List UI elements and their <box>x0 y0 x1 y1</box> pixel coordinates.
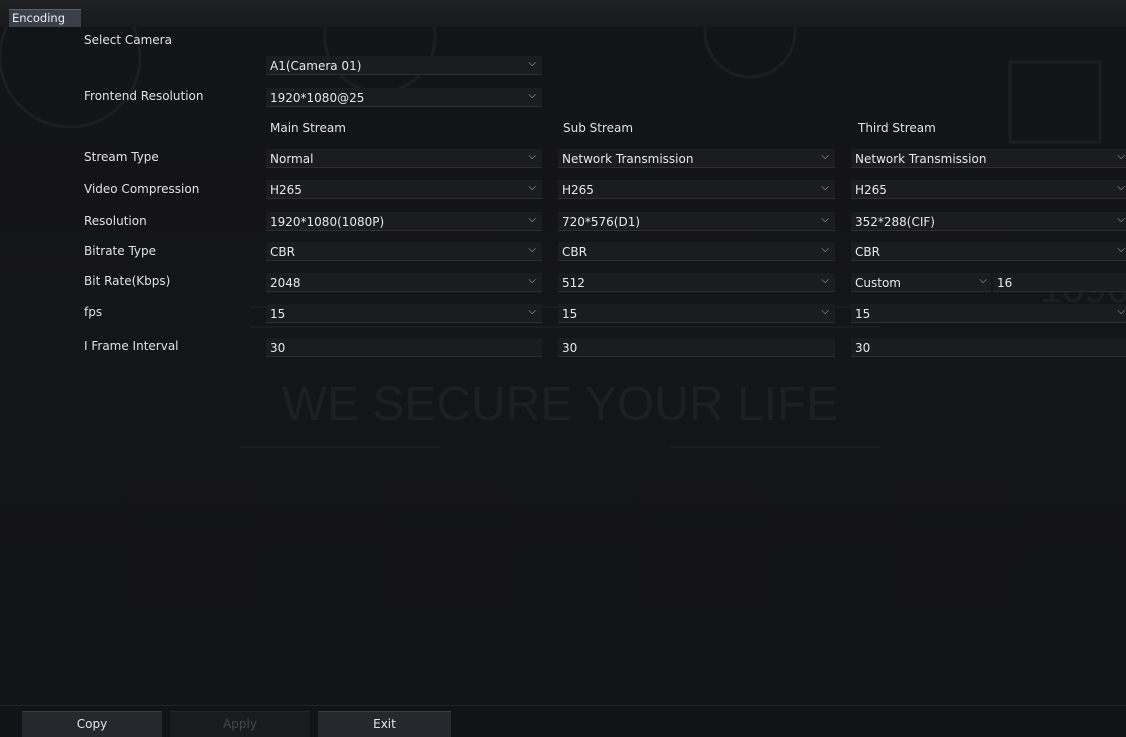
title-bar: Encoding <box>0 0 1126 28</box>
chevron-down-icon: ⌵ <box>528 214 536 225</box>
sub-fps-dropdown[interactable]: 15 ⌵ <box>558 304 835 323</box>
select-camera-value: A1(Camera 01) <box>270 59 362 73</box>
bitrate-type-label: Bitrate Type <box>84 244 157 258</box>
main-i-frame-interval-value: 30 <box>270 341 286 355</box>
encoding-panel: WE SECURE YOUR LIFE 1096 Select Camera A… <box>0 27 1126 705</box>
chevron-down-icon: ⌵ <box>1117 214 1125 225</box>
main-bit-rate-dropdown[interactable]: 2048 ⌵ <box>266 273 542 292</box>
main-fps-value: 15 <box>270 307 286 321</box>
chevron-down-icon: ⌵ <box>528 306 536 317</box>
third-bitrate-type-dropdown[interactable]: CBR ⌵ <box>851 242 1126 261</box>
third-bit-rate-custom-value: 16 <box>997 276 1013 290</box>
third-bit-rate-value: Custom <box>855 276 901 290</box>
sub-stream-header: Sub Stream <box>563 121 634 135</box>
exit-button[interactable]: Exit <box>318 711 451 737</box>
third-bitrate-type-value: CBR <box>855 245 880 259</box>
sub-video-compression-dropdown[interactable]: H265 ⌵ <box>558 180 835 199</box>
stream-type-label: Stream Type <box>84 150 159 164</box>
chevron-down-icon: ⌵ <box>821 306 829 317</box>
video-compression-label: Video Compression <box>84 182 200 196</box>
frontend-resolution-value: 1920*1080@25 <box>270 91 365 105</box>
resolution-label: Resolution <box>84 214 147 228</box>
main-video-compression-dropdown[interactable]: H265 ⌵ <box>266 180 542 199</box>
watermark-slogan: WE SECURE YOUR LIFE <box>282 378 839 431</box>
chevron-down-icon: ⌵ <box>1117 244 1125 255</box>
sub-stream-type-dropdown[interactable]: Network Transmission ⌵ <box>558 149 835 168</box>
main-resolution-value: 1920*1080(1080P) <box>270 215 385 229</box>
third-resolution-value: 352*288(CIF) <box>855 215 935 229</box>
fps-label: fps <box>84 305 103 319</box>
sub-i-frame-interval-value: 30 <box>562 341 578 355</box>
main-bit-rate-value: 2048 <box>270 276 301 290</box>
sub-resolution-dropdown[interactable]: 720*576(D1) ⌵ <box>558 212 835 231</box>
third-i-frame-interval-input[interactable]: 30 <box>851 338 1126 357</box>
third-stream-type-value: Network Transmission <box>855 152 987 166</box>
sub-bitrate-type-dropdown[interactable]: CBR ⌵ <box>558 242 835 261</box>
sub-resolution-value: 720*576(D1) <box>562 215 641 229</box>
main-bitrate-type-dropdown[interactable]: CBR ⌵ <box>266 242 542 261</box>
third-video-compression-value: H265 <box>855 183 887 197</box>
chevron-down-icon: ⌵ <box>821 244 829 255</box>
chevron-down-icon: ⌵ <box>1117 306 1125 317</box>
main-stream-type-value: Normal <box>270 152 314 166</box>
select-camera-dropdown[interactable]: A1(Camera 01) ⌵ <box>266 56 542 75</box>
main-stream-type-dropdown[interactable]: Normal ⌵ <box>266 149 542 168</box>
chevron-down-icon: ⌵ <box>1117 151 1125 162</box>
chevron-down-icon: ⌵ <box>528 58 536 69</box>
tab-encoding[interactable]: Encoding <box>9 9 81 28</box>
chevron-down-icon: ⌵ <box>821 214 829 225</box>
third-video-compression-dropdown[interactable]: H265 ⌵ <box>851 180 1126 199</box>
bit-rate-label: Bit Rate(Kbps) <box>84 274 171 288</box>
button-bar: Copy Apply Exit <box>0 705 1126 737</box>
sub-i-frame-interval-input[interactable]: 30 <box>558 338 835 357</box>
chevron-down-icon: ⌵ <box>528 151 536 162</box>
third-fps-value: 15 <box>855 307 871 321</box>
apply-button[interactable]: Apply <box>170 711 310 737</box>
main-i-frame-interval-input[interactable]: 30 <box>266 338 542 357</box>
third-bit-rate-custom-input[interactable]: 16 <box>993 273 1126 292</box>
third-stream-header: Third Stream <box>858 121 936 135</box>
sub-bit-rate-value: 512 <box>562 276 585 290</box>
chevron-down-icon: ⌵ <box>821 182 829 193</box>
sub-fps-value: 15 <box>562 307 578 321</box>
chevron-down-icon: ⌵ <box>979 275 987 286</box>
main-stream-header: Main Stream <box>270 121 346 135</box>
tab-encoding-label: Encoding <box>12 11 65 25</box>
third-stream-type-dropdown[interactable]: Network Transmission ⌵ <box>851 149 1126 168</box>
chevron-down-icon: ⌵ <box>528 275 536 286</box>
sub-bit-rate-dropdown[interactable]: 512 ⌵ <box>558 273 835 292</box>
main-resolution-dropdown[interactable]: 1920*1080(1080P) ⌵ <box>266 212 542 231</box>
chevron-down-icon: ⌵ <box>528 182 536 193</box>
chevron-down-icon: ⌵ <box>528 90 536 101</box>
chevron-down-icon: ⌵ <box>821 151 829 162</box>
chevron-down-icon: ⌵ <box>528 244 536 255</box>
third-fps-dropdown[interactable]: 15 ⌵ <box>851 304 1126 323</box>
sub-stream-type-value: Network Transmission <box>562 152 694 166</box>
third-bit-rate-dropdown[interactable]: Custom ⌵ <box>851 273 991 292</box>
main-fps-dropdown[interactable]: 15 ⌵ <box>266 304 542 323</box>
main-video-compression-value: H265 <box>270 183 302 197</box>
i-frame-interval-label: I Frame Interval <box>84 339 179 353</box>
third-resolution-dropdown[interactable]: 352*288(CIF) ⌵ <box>851 212 1126 231</box>
chevron-down-icon: ⌵ <box>1117 182 1125 193</box>
copy-button[interactable]: Copy <box>22 711 162 737</box>
frontend-resolution-dropdown[interactable]: 1920*1080@25 ⌵ <box>266 88 542 107</box>
sub-video-compression-value: H265 <box>562 183 594 197</box>
third-i-frame-interval-value: 30 <box>855 341 871 355</box>
sub-bitrate-type-value: CBR <box>562 245 587 259</box>
select-camera-label: Select Camera <box>84 33 172 47</box>
frontend-resolution-label: Frontend Resolution <box>84 89 204 103</box>
main-bitrate-type-value: CBR <box>270 245 295 259</box>
chevron-down-icon: ⌵ <box>821 275 829 286</box>
